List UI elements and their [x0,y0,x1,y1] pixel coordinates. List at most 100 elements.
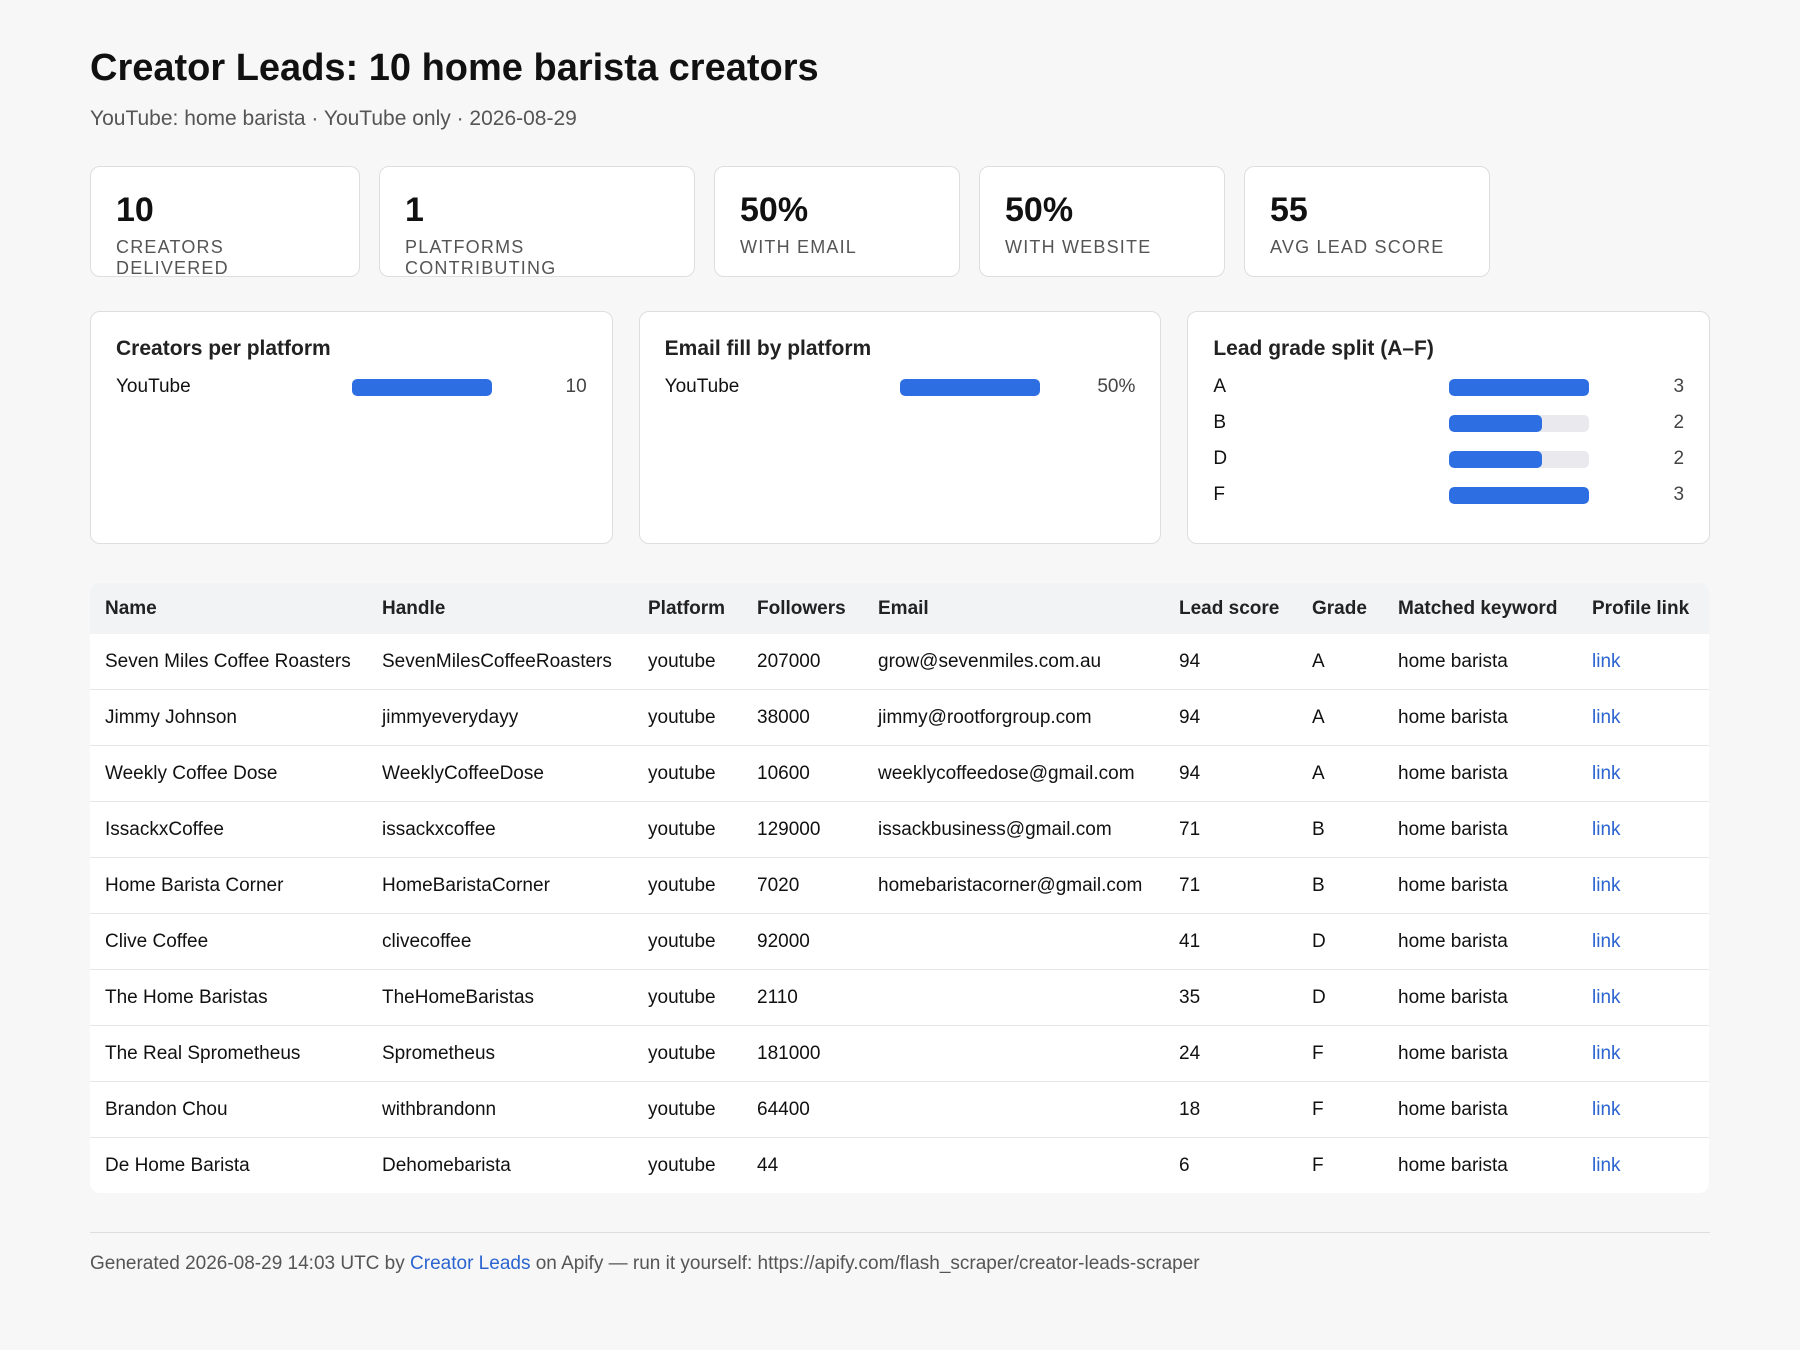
table-row: The Real Sprometheus Sprometheus youtube 18… [90,1025,1709,1082]
bar-label: D [1213,448,1228,469]
cell-platform: youtube [633,745,742,802]
kpi-avg-lead-score: 55 Avg lead score [1244,166,1490,277]
cell-grade: D [1297,969,1383,1026]
column-header-matched-keyword: Matched keyword [1398,597,1558,619]
cell-matched-keyword: home barista [1383,801,1577,858]
cell-platform: youtube [633,1081,742,1138]
cell-followers: 64400 [742,1081,863,1138]
cell-email: homebaristacorner@gmail.com [863,857,1164,914]
table-row: Weekly Coffee Dose WeeklyCoffeeDose youtub… [90,745,1709,802]
cell-platform: youtube [648,651,716,672]
profile-link[interactable]: link [1592,763,1621,784]
profile-link[interactable]: link [1592,875,1621,896]
cell-profile-link: link [1577,801,1709,858]
bar-track [1449,486,1590,504]
cell-lead-score: 71 [1164,801,1297,858]
cell-email: grow@sevenmiles.com.au [878,651,1102,672]
panel-title: Email fill by platform [664,337,872,360]
bar-row: A3 [1213,369,1684,405]
profile-link[interactable]: link [1592,1155,1621,1176]
cell-profile-link: link [1577,1081,1709,1138]
kpi-label: Platforms contributing [405,237,557,278]
cell-matched-keyword: home barista [1383,745,1577,802]
kpi-label: With email [740,237,858,257]
table-header-row: Name Handle Platform Followers Email Lead sco… [90,583,1709,634]
column-header-grade: Grade [1312,597,1367,619]
bar-track [900,378,1041,396]
page-subtitle: YouTube: home barista · YouTube only · 2… [90,107,577,130]
cell-lead-score: 41 [1164,913,1297,970]
cell-name: The Home Baristas [90,969,367,1026]
bar-row: F3 [1213,477,1684,513]
column-header-profile-link: Profile link [1592,597,1690,619]
column-header-handle: Handle [382,597,446,619]
bar-row: YouTube 50% [665,369,1136,405]
column-header-name: Name [105,597,157,619]
profile-link[interactable]: link [1592,819,1621,840]
bar-label: YouTube [664,376,740,397]
bar-fill [351,378,492,396]
bar-row: YouTube 10 [116,369,587,405]
cell-followers: 38000 [742,689,863,746]
profile-link[interactable]: link [1592,651,1621,672]
cell-name: The Real Sprometheus [90,1025,367,1082]
cell-followers: 207000 [757,651,821,672]
bar-row: B2 [1213,405,1684,441]
kpi-label: With website [1005,237,1152,257]
kpi-value: 1 [405,191,424,229]
cell-grade: F [1297,1025,1383,1082]
cell-lead-score: 24 [1164,1025,1297,1082]
report-page: Creator Leads: 10 home barista creators … [90,46,1711,1275]
footer: Generated 2026-08-29 14:03 UTC by Creato… [90,1232,1710,1275]
cell-handle: WeeklyCoffeeDose [367,745,633,802]
bar-value: 2 [1673,412,1685,433]
cell-profile-link: link [1577,857,1709,914]
cell-platform: youtube [633,689,742,746]
cell-name: Jimmy Johnson [90,689,367,746]
kpi-value: 50% [740,191,809,229]
cell-handle: HomeBaristaCorner [367,857,633,914]
kpi-value: 55 [1270,191,1308,229]
bar-label: B [1213,412,1227,433]
bar-fill [1449,450,1543,468]
profile-link[interactable]: link [1592,707,1621,728]
cell-platform: youtube [633,1137,742,1193]
kpi-label: Creators delivered [116,237,229,278]
bar-fill [1449,378,1590,396]
cell-grade: A [1312,651,1325,672]
cell-email [863,913,1164,970]
cell-lead-score: 35 [1164,969,1297,1026]
panel-title: Creators per platform [116,337,331,360]
cell-platform: youtube [633,913,742,970]
profile-link[interactable]: link [1592,931,1621,952]
profile-link[interactable]: link [1592,987,1621,1008]
bar-track [1449,414,1590,432]
table-row: Seven Miles Coffee Roasters SevenMilesCof… [90,634,1709,690]
cell-matched-keyword: home barista [1383,969,1577,1026]
cell-lead-score: 71 [1164,857,1297,914]
cell-email: issackbusiness@gmail.com [863,801,1164,858]
cell-email: jimmy@rootforgroup.com [863,689,1164,746]
panel-title: Lead grade split (A–F) [1213,337,1434,360]
panel-creators-per-platform: Creators per platform YouTube 10 [90,311,613,544]
cell-profile-link: link [1577,689,1709,746]
cell-profile-link: link [1577,745,1709,802]
bar-fill [900,378,1041,396]
creator-leads-link[interactable]: Creator Leads [410,1253,530,1274]
bar-label: A [1213,376,1227,397]
kpi-platforms-contributing: 1 Platforms contributing [379,166,695,278]
bar-list: A3B2D2F3 [1213,369,1684,513]
cell-name: De Home Barista [90,1137,367,1193]
bar-track [1449,378,1590,396]
cell-name: Brandon Chou [90,1081,367,1138]
cell-email: weeklycoffeedose@gmail.com [863,745,1164,802]
bar-row: D2 [1213,441,1684,477]
bar-track [1449,450,1590,468]
bar-label: YouTube [116,376,191,397]
profile-link[interactable]: link [1592,1099,1621,1120]
kpi-label: Avg lead score [1270,237,1445,257]
cell-name: Home Barista Corner [90,857,367,914]
profile-link[interactable]: link [1592,1043,1621,1064]
bar-label: F [1213,484,1225,505]
cell-profile-link: link [1577,1025,1709,1082]
